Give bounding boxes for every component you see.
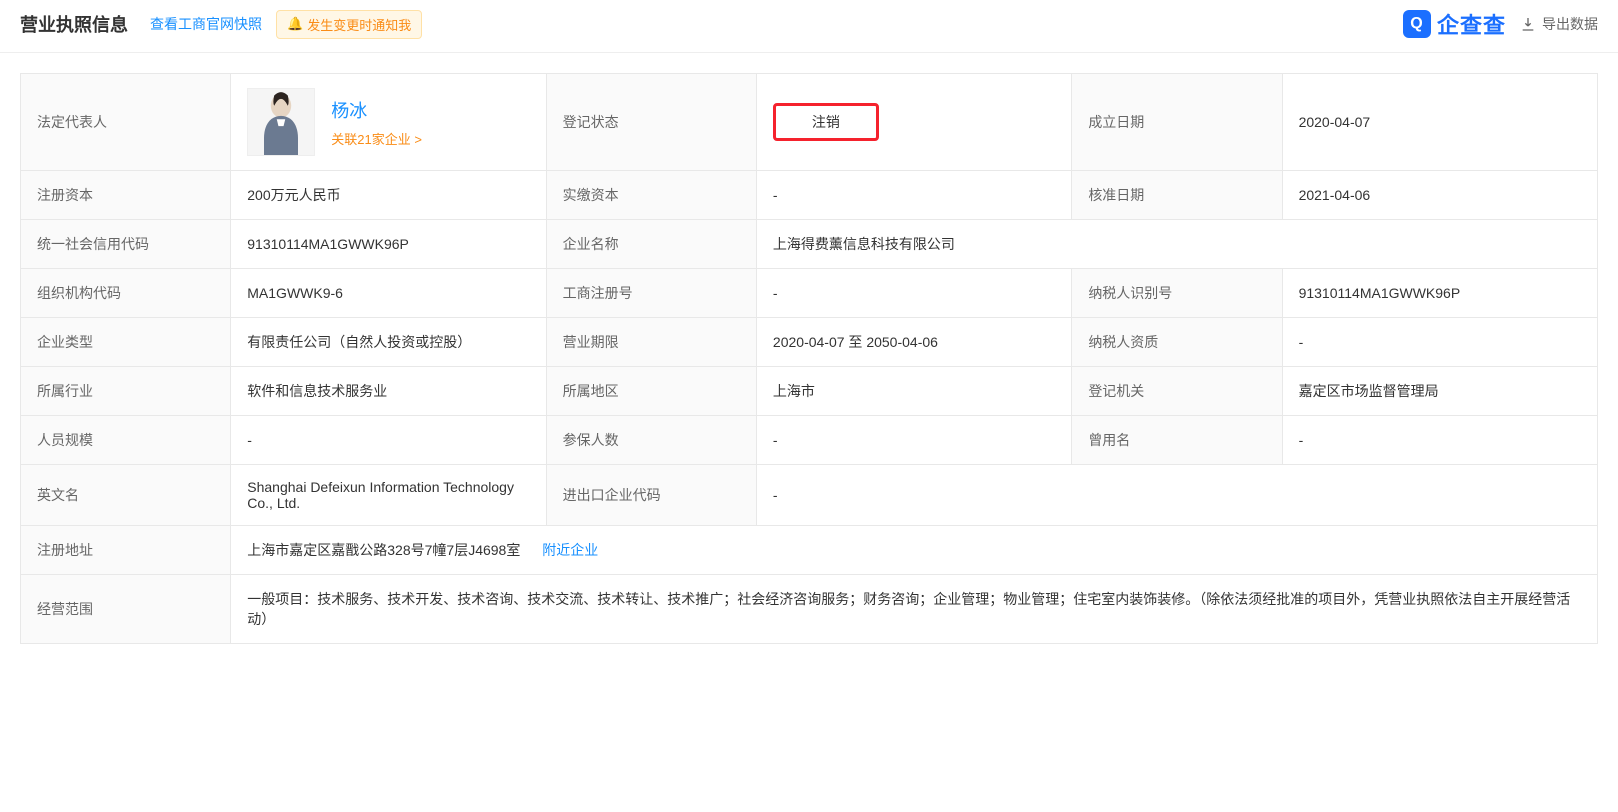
value-credit-code: 91310114MA1GWWK96P: [231, 220, 546, 269]
value-approval-date: 2021-04-06: [1282, 171, 1597, 220]
label-paid-capital: 实缴资本: [546, 171, 756, 220]
label-reg-authority: 登记机关: [1072, 367, 1282, 416]
label-org-code: 组织机构代码: [21, 269, 231, 318]
label-insured-num: 参保人数: [546, 416, 756, 465]
label-credit-code: 统一社会信用代码: [21, 220, 231, 269]
value-company-type: 有限责任公司（自然人投资或控股）: [231, 318, 546, 367]
value-former-name: -: [1282, 416, 1597, 465]
table-row: 注册资本 200万元人民币 实缴资本 - 核准日期 2021-04-06: [21, 171, 1598, 220]
label-import-export: 进出口企业代码: [546, 465, 756, 526]
notify-label: 发生变更时通知我: [307, 15, 411, 34]
table-row: 人员规模 - 参保人数 - 曾用名 -: [21, 416, 1598, 465]
value-legal-rep: 杨冰 关联21家企业 >: [231, 74, 546, 171]
label-legal-rep: 法定代表人: [21, 74, 231, 171]
header: 营业执照信息 查看工商官网快照 🔔 发生变更时通知我 Q 企查查 导出数据: [0, 0, 1618, 53]
label-staff-size: 人员规模: [21, 416, 231, 465]
value-paid-capital: -: [756, 171, 1071, 220]
value-reg-authority: 嘉定区市场监督管理局: [1282, 367, 1597, 416]
table-row: 经营范围 一般项目：技术服务、技术开发、技术咨询、技术交流、技术转让、技术推广；…: [21, 575, 1598, 644]
table-row: 所属行业 软件和信息技术服务业 所属地区 上海市 登记机关 嘉定区市场监督管理局: [21, 367, 1598, 416]
qcc-logo[interactable]: Q 企查查: [1403, 8, 1506, 40]
value-insured-num: -: [756, 416, 1071, 465]
label-reg-address: 注册地址: [21, 526, 231, 575]
value-tax-qual: -: [1282, 318, 1597, 367]
table-row: 企业类型 有限责任公司（自然人投资或控股） 营业期限 2020-04-07 至 …: [21, 318, 1598, 367]
label-approval-date: 核准日期: [1072, 171, 1282, 220]
label-reg-no: 工商注册号: [546, 269, 756, 318]
table-row: 英文名 Shanghai Defeixun Information Techno…: [21, 465, 1598, 526]
export-label: 导出数据: [1542, 14, 1598, 34]
value-biz-scope: 一般项目：技术服务、技术开发、技术咨询、技术交流、技术转让、技术推广；社会经济咨…: [231, 575, 1598, 644]
label-tax-qual: 纳税人资质: [1072, 318, 1282, 367]
table-row: 法定代表人 杨冰 关联21家企业 > 登记状态 注销: [21, 74, 1598, 171]
table-row: 统一社会信用代码 91310114MA1GWWK96P 企业名称 上海得费薰信息…: [21, 220, 1598, 269]
value-company-name: 上海得费薰信息科技有限公司: [756, 220, 1597, 269]
value-reg-capital: 200万元人民币: [231, 171, 546, 220]
value-import-export: -: [756, 465, 1597, 526]
value-org-code: MA1GWWK9-6: [231, 269, 546, 318]
reg-address-text: 上海市嘉定区嘉戬公路328号7幢7层J4698室: [247, 542, 520, 558]
export-button[interactable]: 导出数据: [1520, 14, 1598, 34]
label-estab-date: 成立日期: [1072, 74, 1282, 171]
value-reg-status: 注销: [756, 74, 1071, 171]
nearby-companies-link[interactable]: 附近企业: [542, 542, 598, 558]
qcc-logo-icon: Q: [1403, 10, 1431, 38]
notify-button[interactable]: 🔔 发生变更时通知我: [276, 10, 422, 39]
value-industry: 软件和信息技术服务业: [231, 367, 546, 416]
value-reg-no: -: [756, 269, 1071, 318]
download-icon: [1520, 16, 1536, 32]
business-license-table: 法定代表人 杨冰 关联21家企业 > 登记状态 注销: [20, 73, 1598, 644]
label-reg-capital: 注册资本: [21, 171, 231, 220]
legal-rep-name-link[interactable]: 杨冰: [331, 97, 422, 123]
value-english-name: Shanghai Defeixun Information Technology…: [231, 465, 546, 526]
label-biz-scope: 经营范围: [21, 575, 231, 644]
label-industry: 所属行业: [21, 367, 231, 416]
label-former-name: 曾用名: [1072, 416, 1282, 465]
status-highlight-box: 注销: [773, 103, 879, 141]
value-staff-size: -: [231, 416, 546, 465]
page-title: 营业执照信息: [20, 11, 128, 37]
label-english-name: 英文名: [21, 465, 231, 526]
related-companies-link[interactable]: 关联21家企业 >: [331, 132, 422, 147]
qcc-logo-text: 企查查: [1437, 8, 1506, 40]
table-row: 组织机构代码 MA1GWWK9-6 工商注册号 - 纳税人识别号 9131011…: [21, 269, 1598, 318]
person-icon: [255, 88, 307, 155]
label-biz-term: 营业期限: [546, 318, 756, 367]
value-region: 上海市: [756, 367, 1071, 416]
label-region: 所属地区: [546, 367, 756, 416]
value-reg-address: 上海市嘉定区嘉戬公路328号7幢7层J4698室 附近企业: [231, 526, 1598, 575]
table-row: 注册地址 上海市嘉定区嘉戬公路328号7幢7层J4698室 附近企业: [21, 526, 1598, 575]
label-company-name: 企业名称: [546, 220, 756, 269]
label-reg-status: 登记状态: [546, 74, 756, 171]
bell-icon: 🔔: [287, 16, 303, 32]
avatar: [247, 88, 315, 156]
value-tax-id: 91310114MA1GWWK96P: [1282, 269, 1597, 318]
header-right: Q 企查查 导出数据: [1403, 8, 1598, 40]
value-biz-term: 2020-04-07 至 2050-04-06: [756, 318, 1071, 367]
label-company-type: 企业类型: [21, 318, 231, 367]
label-tax-id: 纳税人识别号: [1072, 269, 1282, 318]
value-estab-date: 2020-04-07: [1282, 74, 1597, 171]
snapshot-link[interactable]: 查看工商官网快照: [150, 14, 262, 34]
